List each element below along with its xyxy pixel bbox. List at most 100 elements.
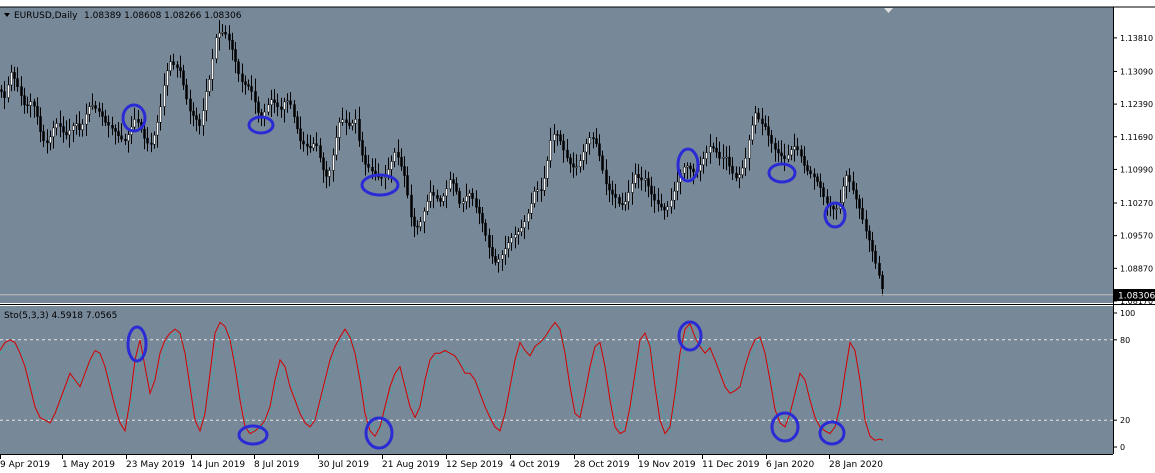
time-tick-label: 4 Oct 2019 — [510, 460, 560, 470]
candle-body — [195, 115, 198, 120]
candle-body — [751, 124, 754, 141]
candle-body — [692, 168, 695, 173]
candle-body — [406, 175, 409, 196]
candle-body — [549, 140, 552, 161]
candle-body — [657, 199, 660, 205]
candle-body — [315, 143, 318, 146]
candle-body — [774, 143, 777, 150]
candle-body — [562, 140, 565, 151]
candle-body — [592, 137, 595, 139]
candle-body — [793, 146, 796, 150]
candle-body — [579, 160, 582, 167]
candle-body — [663, 206, 666, 211]
candle-body — [556, 134, 559, 136]
candle-body — [39, 116, 42, 132]
candle-body — [813, 173, 816, 178]
candle-body — [624, 201, 627, 205]
candle-body — [442, 195, 445, 202]
candle-body — [367, 164, 370, 168]
candle-body — [185, 84, 188, 100]
candle-body — [33, 101, 36, 107]
candle-body — [124, 138, 127, 141]
candle-body — [228, 33, 231, 41]
candle-body — [426, 201, 429, 212]
candle-body — [0, 89, 3, 92]
candle-body — [286, 100, 289, 103]
stochastic-tick-label: 20 — [1120, 416, 1130, 425]
candle-body — [29, 101, 32, 106]
candle-body — [601, 155, 604, 171]
candle-body — [127, 134, 130, 142]
candle-body — [120, 135, 123, 140]
candle-body — [296, 116, 299, 130]
candle-body — [718, 151, 721, 159]
time-tick-label: 11 Dec 2019 — [702, 460, 760, 470]
candle-body — [598, 143, 601, 157]
candle-body — [10, 72, 13, 86]
candle-body — [855, 189, 858, 200]
price-tick-label: 1.11690 — [1120, 133, 1153, 142]
candle-body — [712, 146, 715, 149]
candle-body — [306, 143, 309, 147]
candle-body — [192, 110, 195, 116]
candle-body — [735, 172, 738, 179]
candle-body — [475, 198, 478, 208]
candle-body — [98, 108, 101, 112]
candle-body — [787, 154, 790, 160]
candle-body — [280, 106, 283, 110]
candle-body — [159, 106, 162, 123]
candle-body — [7, 84, 10, 98]
candle-body — [423, 210, 426, 223]
candle-body — [328, 170, 331, 177]
candle-body — [289, 100, 292, 105]
candle-body — [52, 127, 55, 138]
candle-body — [358, 119, 361, 141]
time-tick-label: 28 Oct 2019 — [574, 460, 630, 470]
candle-body — [46, 140, 49, 144]
time-tick-label: 14 Jun 2019 — [191, 460, 245, 470]
candle-body — [332, 154, 335, 171]
candle-body — [748, 139, 751, 159]
candle-body — [88, 106, 91, 115]
candle-body — [744, 157, 747, 169]
candle-body — [211, 58, 214, 80]
candle-body — [273, 99, 276, 103]
candle-body — [715, 147, 718, 153]
candle-body — [764, 123, 767, 127]
candle-body — [722, 157, 725, 159]
candle-body — [660, 203, 663, 208]
candle-body — [588, 137, 591, 145]
candle-body — [611, 189, 614, 195]
candle-body — [514, 234, 517, 238]
candle-body — [874, 250, 877, 264]
candle-body — [585, 143, 588, 153]
candle-body — [725, 156, 728, 159]
candle-body — [705, 152, 708, 159]
candle-body — [806, 165, 809, 172]
candle-body — [439, 198, 442, 202]
candle-body — [172, 61, 175, 65]
candle-body — [169, 61, 172, 72]
candle-body — [767, 126, 770, 136]
price-pane[interactable] — [0, 7, 1113, 303]
candle-body — [182, 70, 185, 86]
candle-body — [380, 177, 383, 179]
symbol-title: EURUSD,Daily — [14, 11, 78, 21]
time-tick-label: 30 Jul 2019 — [318, 460, 369, 470]
candle-body — [666, 206, 669, 211]
price-tick-label: 1.12390 — [1120, 100, 1153, 109]
candle-body — [107, 122, 110, 126]
candle-body — [312, 143, 315, 149]
candle-body — [559, 134, 562, 142]
candle-body — [621, 203, 624, 205]
candle-body — [809, 170, 812, 175]
candle-body — [42, 131, 45, 141]
candle-body — [650, 185, 653, 195]
candle-body — [455, 183, 458, 192]
candle-body — [13, 72, 16, 79]
trading-chart[interactable]: 1.13810 1.13090 1.12390 1.11690 1.10990 1.102… — [0, 0, 1155, 473]
candle-body — [234, 49, 237, 62]
stochastic-tick-label: 100 — [1120, 309, 1135, 318]
candle-body — [458, 191, 461, 204]
candle-body — [510, 237, 513, 243]
